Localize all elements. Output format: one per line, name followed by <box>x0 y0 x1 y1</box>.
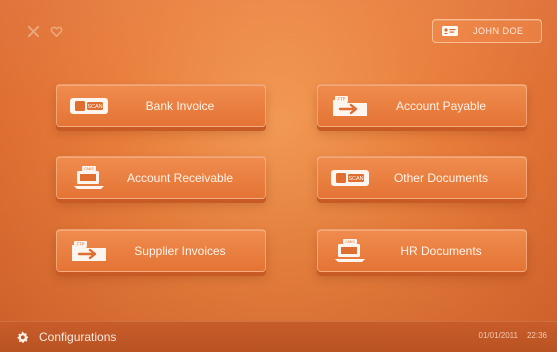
date-text: 01/01/2011 <box>478 331 518 340</box>
configurations-label: Configurations <box>39 330 117 344</box>
tile-label: Bank Invoice <box>145 98 215 113</box>
tile-label: Other Documents <box>393 170 489 185</box>
badge-text: CMIS <box>84 166 94 170</box>
laptop-doc-icon: CMIS <box>69 163 109 193</box>
status-meta: 01/01/2011 22:36 <box>479 331 547 340</box>
time-text: 22:36 <box>526 331 547 340</box>
configurations-button[interactable]: Configurations <box>15 329 116 345</box>
top-left-icons <box>26 24 64 39</box>
bank-invoice-icon: SCAN <box>69 91 109 121</box>
account-receivable-button[interactable]: CMIS Account Receivable <box>56 156 266 199</box>
tile-label: Supplier Invoices <box>134 243 226 258</box>
user-badge[interactable]: JOHN DOE <box>432 19 542 43</box>
tile-label: Account Payable <box>395 98 487 113</box>
user-name: JOHN DOE <box>473 26 524 36</box>
tile-label: HR Documents <box>400 243 482 258</box>
gear-icon <box>15 330 29 344</box>
heart-icon <box>49 24 64 39</box>
badge-text: SCAN <box>87 104 102 110</box>
badge-text: FTP <box>338 96 346 101</box>
badge-text: FTP <box>77 241 85 246</box>
laptop-doc-icon: CMIS <box>330 236 370 266</box>
other-documents-icon: SCAN <box>330 163 370 193</box>
hr-documents-button[interactable]: CMIS HR Documents <box>317 229 527 272</box>
user-card-icon <box>441 24 459 38</box>
ftp-folder-icon: FTP <box>69 236 109 266</box>
badge-text: CMIS <box>345 239 355 243</box>
account-payable-button[interactable]: FTP Account Payable <box>317 84 527 127</box>
bank-invoice-button[interactable]: SCAN Bank Invoice <box>56 84 266 127</box>
close-icon <box>26 24 41 39</box>
app-screen: JOHN DOE SCAN Bank Invoice FTP Account P… <box>0 0 557 352</box>
bottom-bar: Configurations 01/01/2011 22:36 <box>0 321 557 352</box>
supplier-invoices-button[interactable]: FTP Supplier Invoices <box>56 229 266 272</box>
badge-text: SCAN <box>348 176 363 182</box>
tile-label: Account Receivable <box>126 170 234 185</box>
ftp-folder-icon: FTP <box>330 91 370 121</box>
other-documents-button[interactable]: SCAN Other Documents <box>317 156 527 199</box>
